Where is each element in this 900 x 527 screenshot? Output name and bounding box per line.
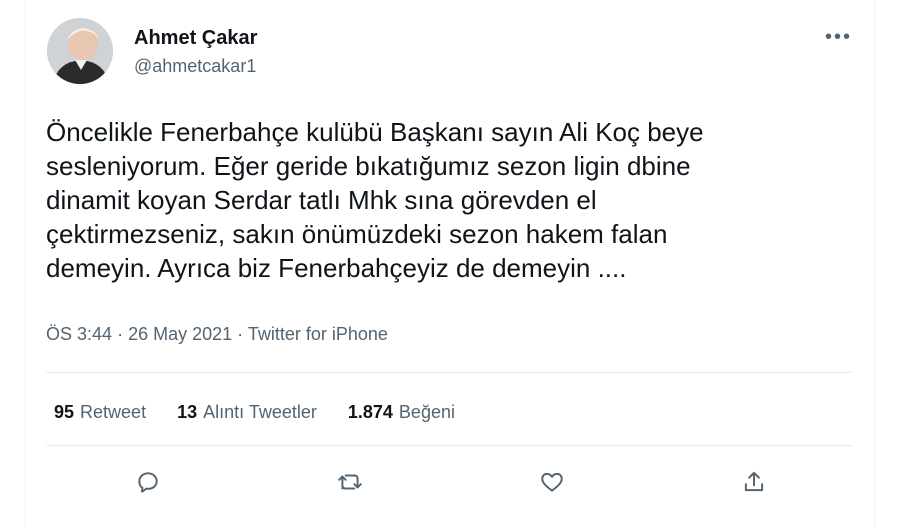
- tweet-date[interactable]: 26 May 2021: [128, 324, 232, 344]
- share-button[interactable]: [738, 466, 770, 498]
- more-icon[interactable]: •••: [825, 26, 852, 49]
- divider: [46, 372, 852, 373]
- retweet-icon: [338, 474, 362, 490]
- meta-separator: ·: [117, 324, 124, 344]
- reply-button[interactable]: [132, 466, 164, 498]
- avatar[interactable]: [47, 18, 113, 84]
- tweet-source[interactable]: Twitter for iPhone: [248, 324, 388, 344]
- author-name[interactable]: Ahmet Çakar: [134, 27, 257, 50]
- heart-icon: [541, 472, 563, 492]
- avatar-image: [47, 18, 113, 84]
- engagement-stats: 95 Retweet 13 Alıntı Tweetler 1.874 Beğeni: [54, 402, 481, 423]
- author-handle[interactable]: @ahmetcakar1: [134, 56, 256, 77]
- tweet-time[interactable]: ÖS 3:44: [46, 324, 112, 344]
- meta-separator: ·: [237, 324, 244, 344]
- tweet-line: çektirmezseniz, sakın önümüzdeki sezon h…: [46, 219, 668, 249]
- likes-stat[interactable]: 1.874 Beğeni: [348, 402, 455, 423]
- like-button[interactable]: [536, 466, 568, 498]
- quotes-stat[interactable]: 13 Alıntı Tweetler: [177, 402, 317, 423]
- likes-label: Beğeni: [398, 402, 455, 422]
- retweet-button[interactable]: [334, 466, 366, 498]
- retweets-label: Retweet: [80, 402, 147, 422]
- share-icon: [744, 471, 764, 492]
- likes-count: 1.874: [347, 402, 393, 422]
- tweet-line: sesleniyorum. Eğer geride bıkatığumız se…: [46, 151, 691, 181]
- quotes-label: Alıntı Tweetler: [203, 402, 317, 422]
- action-bar: [26, 462, 874, 502]
- divider: [46, 445, 852, 446]
- retweets-stat[interactable]: 95 Retweet: [54, 402, 146, 423]
- tweet-card: Ahmet Çakar @ahmetcakar1 ••• Öncelikle F…: [25, 0, 875, 527]
- tweet-line: Öncelikle Fenerbahçe kulübü Başkanı sayı…: [46, 117, 704, 147]
- tweet-meta: ÖS 3:44 · 26 May 2021 · Twitter for iPho…: [46, 324, 388, 345]
- quotes-count: 13: [177, 402, 198, 422]
- retweets-count: 95: [54, 402, 75, 422]
- reply-icon: [138, 472, 158, 493]
- tweet-line: dinamit koyan Serdar tatlı Mhk sına göre…: [46, 185, 597, 215]
- tweet-line: demeyin. Ayrıca biz Fenerbahçeyiz de dem…: [46, 253, 627, 283]
- tweet-text: Öncelikle Fenerbahçe kulübü Başkanı sayı…: [46, 115, 846, 285]
